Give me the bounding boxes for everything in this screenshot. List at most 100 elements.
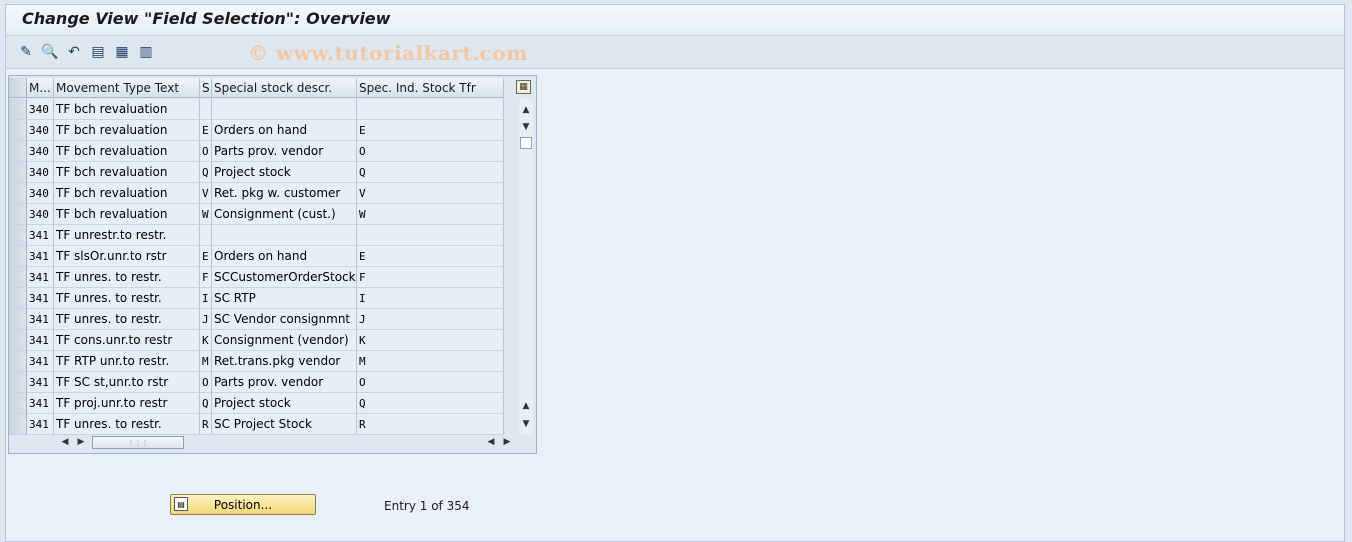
table-row[interactable]: 341 TF unrestr.to restr. [9,225,504,246]
application-toolbar: ✎ 🔍 ↶ ▤ ▦ ▥ © www.tutorialkart.com [6,36,1344,69]
table-row[interactable]: 341 TF RTP unr.to restr. M Ret.trans.pkg ve… [9,351,504,372]
row-selector[interactable] [9,120,27,141]
column-header-special-stock-descr[interactable]: Special stock descr. [212,78,357,97]
row-selector[interactable] [9,414,27,435]
cell-special-stock: R [200,414,212,435]
cell-movement-type: 340 [27,141,54,162]
cell-spec-ind-stock-tfr: W [357,204,504,225]
cell-movement-type: 341 [27,267,54,288]
undo-icon[interactable]: ↶ [65,43,83,61]
page-title: Change View "Field Selection": Overview [22,9,391,28]
cell-movement-type: 340 [27,99,54,120]
cell-spec-ind-stock-tfr: V [357,183,504,204]
row-selector[interactable] [9,162,27,183]
cell-movement-type-text: TF unrestr.to restr. [54,225,200,246]
table-row[interactable]: 341 TF unres. to restr. J SC Vendor consign… [9,309,504,330]
row-selector[interactable] [9,225,27,246]
row-selector[interactable] [9,204,27,225]
cell-special-stock [200,225,212,246]
cell-movement-type-text: TF bch revaluation [54,162,200,183]
cell-special-stock: V [200,183,212,204]
row-selector[interactable] [9,393,27,414]
select-all-icon[interactable]: ▤ [89,43,107,61]
vertical-scroll-thumb[interactable] [520,137,532,149]
position-button[interactable]: ▤ Position... [170,494,316,515]
table-row[interactable]: 340 TF bch revaluation W Consignment (cust.… [9,204,504,225]
table-row[interactable]: 340 TF bch revaluation V Ret. pkg w. custom… [9,183,504,204]
row-selector[interactable] [9,183,27,204]
column-header-movement-type[interactable]: M... [27,78,54,97]
column-header-spec-ind-stock-tfr[interactable]: Spec. Ind. Stock Tfr [357,78,504,97]
select-all-column[interactable] [9,78,27,97]
row-selector[interactable] [9,288,27,309]
cell-spec-ind-stock-tfr: I [357,288,504,309]
table-row[interactable]: 340 TF bch revaluation [9,99,504,120]
cell-movement-type-text: TF unres. to restr. [54,288,200,309]
select-block-icon[interactable]: ▦ [113,43,131,61]
scroll-page-up-icon[interactable]: ▲ [519,399,533,413]
cell-movement-type-text: TF unres. to restr. [54,414,200,435]
cell-special-stock: Q [200,162,212,183]
table-row[interactable]: 340 TF bch revaluation Q Project stock Q [9,162,504,183]
cell-movement-type-text: TF proj.unr.to restr [54,393,200,414]
watermark: © www.tutorialkart.com [248,41,528,65]
find-icon[interactable]: 🔍 [41,43,59,61]
horizontal-scrollbar[interactable]: ◀ ▶ ⋮⋮⋮ ◀ ▶ [56,434,516,450]
scroll-right-end-icon[interactable]: ▶ [500,434,514,450]
cell-movement-type: 340 [27,183,54,204]
cell-special-stock: W [200,204,212,225]
scroll-left-end-icon[interactable]: ◀ [484,434,498,450]
scroll-page-down-icon[interactable]: ▼ [519,417,533,431]
cell-special-stock: K [200,330,212,351]
cell-movement-type-text: TF RTP unr.to restr. [54,351,200,372]
scroll-left-icon[interactable]: ◀ [58,434,72,450]
column-header-special-stock[interactable]: S [200,78,212,97]
cell-spec-ind-stock-tfr: F [357,267,504,288]
deselect-all-icon[interactable]: ▥ [137,43,155,61]
table-row[interactable]: 341 TF unres. to restr. R SC Project Stock R [9,414,504,435]
cell-special-stock: O [200,141,212,162]
scroll-up-icon[interactable]: ▲ [519,103,533,117]
table-row[interactable]: 341 TF cons.unr.to restr K Consignment (ven… [9,330,504,351]
table-settings-icon[interactable]: ▦ [516,80,531,94]
cell-movement-type: 341 [27,414,54,435]
table-row[interactable]: 341 TF unres. to restr. I SC RTP I [9,288,504,309]
table-row[interactable]: 341 TF proj.unr.to restr Q Project stock Q [9,393,504,414]
cell-movement-type: 341 [27,309,54,330]
row-selector[interactable] [9,267,27,288]
cell-special-stock [200,99,212,120]
cell-spec-ind-stock-tfr: E [357,246,504,267]
row-selector[interactable] [9,141,27,162]
cell-movement-type: 341 [27,330,54,351]
cell-spec-ind-stock-tfr: R [357,414,504,435]
row-selector[interactable] [9,351,27,372]
cell-special-stock-descr: Consignment (vendor) [212,330,357,351]
cell-special-stock: J [200,309,212,330]
cell-movement-type: 341 [27,288,54,309]
table-row[interactable]: 341 TF unres. to restr. F SCCustomerOrderSt… [9,267,504,288]
table-row[interactable]: 341 TF SC st,unr.to rstr O Parts prov. vend… [9,372,504,393]
scroll-down-icon[interactable]: ▼ [519,120,533,134]
row-selector[interactable] [9,99,27,120]
table-row[interactable]: 341 TF slsOr.unr.to rstr E Orders on hand E [9,246,504,267]
vertical-scrollbar[interactable]: ▲ ▼ ▲ ▼ [519,99,533,435]
table-row[interactable]: 340 TF bch revaluation O Parts prov. vendor… [9,141,504,162]
cell-movement-type: 341 [27,393,54,414]
row-selector[interactable] [9,246,27,267]
horizontal-scroll-thumb[interactable]: ⋮⋮⋮ [92,436,184,449]
cell-special-stock: E [200,246,212,267]
cell-special-stock: O [200,372,212,393]
display-change-icon[interactable]: ✎ [17,43,35,61]
position-icon: ▤ [174,497,188,511]
cell-special-stock-descr: Parts prov. vendor [212,141,357,162]
scroll-right-icon[interactable]: ▶ [74,434,88,450]
cell-spec-ind-stock-tfr: O [357,141,504,162]
row-selector[interactable] [9,309,27,330]
row-selector[interactable] [9,330,27,351]
column-header-movement-type-text[interactable]: Movement Type Text [54,78,200,97]
cell-special-stock-descr: SC Vendor consignmnt [212,309,357,330]
cell-special-stock-descr: Ret.trans.pkg vendor [212,351,357,372]
row-selector[interactable] [9,372,27,393]
table-row[interactable]: 340 TF bch revaluation E Orders on hand E [9,120,504,141]
cell-special-stock-descr [212,99,357,120]
